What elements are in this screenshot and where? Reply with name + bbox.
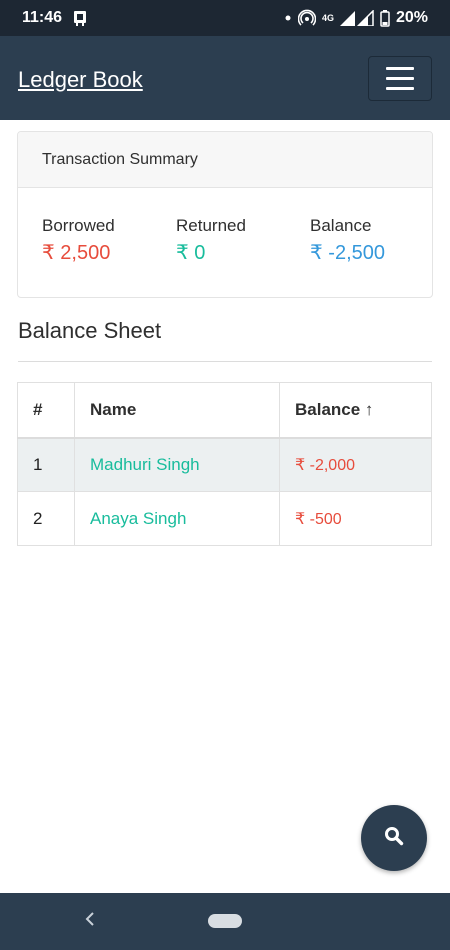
person-name-link[interactable]: Anaya Singh [74,491,280,546]
summary-title: Transaction Summary [18,132,432,188]
dot-icon [284,14,292,22]
balance-value: ₹ -2,500 [310,242,385,264]
battery-icon [380,9,390,27]
row-balance: ₹ -2,000 [279,437,432,492]
navbar: Ledger Book [0,36,450,120]
person-name-link[interactable]: Madhuri Singh [74,437,280,492]
brand-link[interactable]: Ledger Book [18,67,143,93]
back-chevron-icon[interactable] [84,910,96,933]
borrowed-value: ₹ 2,500 [42,242,111,264]
network-type: 4G [321,12,334,23]
search-icon [384,826,404,851]
home-pill-icon[interactable] [208,914,242,928]
signal-icon [339,10,374,26]
returned-stat: Returned ₹ 0 [176,216,246,265]
row-balance: ₹ -500 [279,491,432,546]
balance-label: Balance [310,216,372,235]
transaction-summary-card: Transaction Summary Borrowed ₹ 2,500 Ret… [17,131,433,298]
hotspot-icon [297,9,316,27]
status-bar: 11:46 4G 20% [0,0,450,36]
table-header-row: # Name Balance ↑ [17,382,432,439]
column-header-number: # [17,382,75,439]
balance-sheet-table: # Name Balance ↑ 1 Madhuri Singh ₹ -2,00… [17,382,432,546]
row-number: 2 [17,491,75,546]
balance-stat: Balance ₹ -2,500 [310,216,385,265]
hamburger-icon [386,67,414,70]
status-time: 11:46 [22,9,63,26]
divider [18,361,432,362]
borrowed-label: Borrowed [42,216,115,235]
balance-sheet-title: Balance Sheet [18,318,162,343]
notification-icon [72,10,88,26]
summary-body: Borrowed ₹ 2,500 Returned ₹ 0 Balance ₹ … [18,188,432,297]
row-number: 1 [17,437,75,492]
table-row[interactable]: 1 Madhuri Singh ₹ -2,000 [17,437,432,492]
returned-label: Returned [176,216,246,235]
table-row[interactable]: 2 Anaya Singh ₹ -500 [17,491,432,546]
menu-toggle-button[interactable] [368,56,432,101]
column-header-balance-sort[interactable]: Balance ↑ [279,382,432,439]
search-fab-button[interactable] [361,805,427,871]
battery-level: 20% [395,9,428,26]
borrowed-stat: Borrowed ₹ 2,500 [42,216,115,265]
column-header-name: Name [74,382,280,439]
returned-value: ₹ 0 [176,242,206,264]
